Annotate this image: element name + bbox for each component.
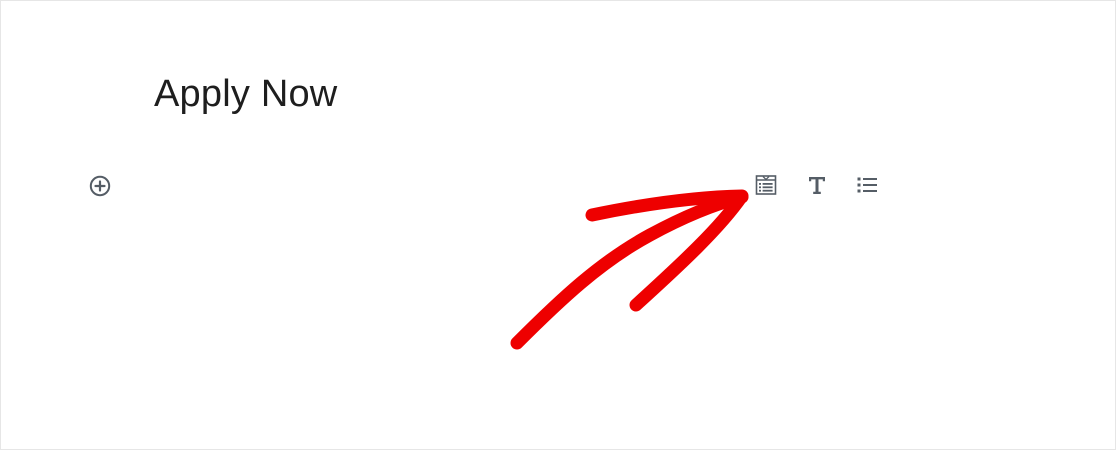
block-inserter-button[interactable] [87, 173, 113, 199]
page-title[interactable]: Apply Now [154, 71, 337, 117]
list-icon [857, 177, 877, 193]
text-icon [809, 177, 825, 194]
plus-circle-icon [89, 175, 111, 197]
form-block-button[interactable] [752, 171, 780, 199]
list-block-button[interactable] [853, 171, 881, 199]
text-block-button[interactable] [803, 171, 831, 199]
editor-canvas: Apply Now [0, 0, 1116, 450]
form-icon [755, 175, 777, 195]
